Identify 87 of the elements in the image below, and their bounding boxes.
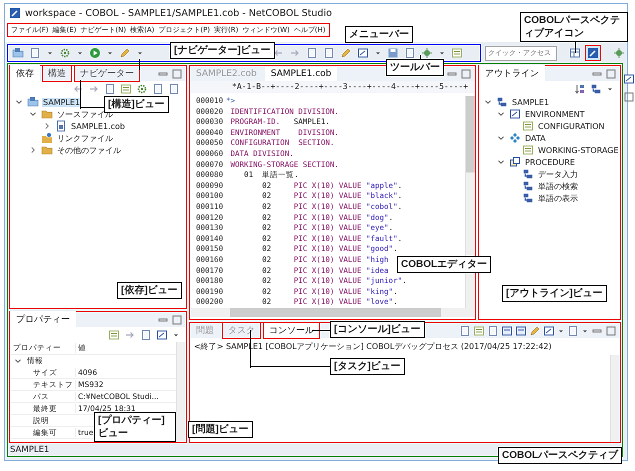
list-icon [522,144,534,156]
run-icon[interactable] [89,47,101,59]
window-icon[interactable] [357,47,369,59]
view-tab[interactable]: 依存 [10,65,40,82]
tree-item[interactable]: SAMPLE1.cob [70,122,126,130]
document-icon[interactable] [140,328,152,340]
sort-icon[interactable] [574,82,586,94]
callout-label: ツールバー [386,59,444,76]
callout-label: COBOLエディター [397,256,492,273]
cobol-perspective-button[interactable] [585,45,601,61]
leader-line [139,59,140,70]
window-icon[interactable] [156,328,168,340]
outline-item[interactable]: CONFIGURATION [537,122,606,130]
save-icon[interactable] [387,47,399,59]
hierarchy-icon [522,192,534,204]
document-icon[interactable] [404,47,416,59]
callout-label: COBOLパースペクティブ [498,447,622,464]
outline-item[interactable]: データ入力 [537,168,579,180]
project-folder-icon [27,96,39,108]
callout-label: [アウトライン]ビュー [502,285,607,302]
app-icon [9,7,21,19]
document-icon[interactable] [104,82,116,94]
document-icon[interactable] [168,82,180,94]
list-icon[interactable] [108,328,120,340]
file-icon [55,120,67,132]
view-tab[interactable]: アウトライン [479,65,545,82]
editor-tab[interactable]: SAMPLE1.cob [264,66,338,80]
hierarchy-icon [522,168,534,180]
document-icon[interactable] [323,47,335,59]
maximize-icon[interactable] [460,68,472,80]
callout-label: [タスク]ビュー [330,358,405,375]
callout-label: [構造]ビュー [104,96,169,113]
list-icon[interactable] [120,82,132,94]
list-icon [522,120,534,132]
scrollbar[interactable] [610,355,620,442]
tree-item[interactable]: リンクファイル [56,132,114,144]
maximize-icon[interactable] [171,68,183,80]
view-tab[interactable]: プロパティー [10,311,76,328]
maximize-icon[interactable] [604,324,617,336]
list-icon[interactable] [451,47,463,59]
horizontal-scrollbar[interactable] [190,308,475,317]
hierarchy-icon [496,96,508,108]
callout-label: [コンソール]ビュー [330,321,425,338]
callout-label: [問題]ビュー [188,421,253,438]
window-title: workspace - COBOL - SAMPLE1/SAMPLE1.cob - NetCOBOL Studio [25,8,332,18]
callout-label: COBOLパースペクティブアイコン [520,12,628,42]
maximize-icon[interactable] [171,314,183,326]
folder-icon[interactable] [12,47,24,59]
status-text: SAMPLE1 [10,445,50,455]
outline-item[interactable]: WORKING-STORAGE [537,146,620,154]
outline-item[interactable]: DATA [524,134,547,142]
callout-label: [依存]ビュー [117,282,182,299]
window-icon[interactable] [622,91,635,103]
view-tab[interactable]: 構造 [42,65,72,82]
stacked-windows-icon [509,156,521,168]
tree-item[interactable]: SAMPLE1 [42,98,82,106]
linked-folder-icon [41,132,53,144]
hierarchy-icon [522,180,534,192]
outline-item[interactable]: ENVIRONMENT [524,110,586,118]
gear-icon[interactable] [59,47,71,59]
document-icon[interactable] [306,47,318,59]
outline-item[interactable]: 単語の表示 [537,192,579,204]
outline-item[interactable]: PROCEDURE [524,158,576,166]
document-icon[interactable] [486,324,499,336]
open-perspective-icon[interactable] [569,47,581,59]
outline-item[interactable]: SAMPLE1 [511,98,550,106]
console-icon[interactable] [514,324,527,336]
outline-item[interactable]: 単語の検索 [537,180,579,192]
tree-item[interactable]: その他のファイル [56,144,122,156]
scrollbar[interactable] [176,342,186,442]
pencil-icon[interactable] [119,47,131,59]
console-icon[interactable] [500,324,513,336]
callout-label: [ナビゲーター]ビュー [170,42,275,59]
view-tab[interactable]: ナビゲーター [74,65,140,82]
list-icon[interactable] [472,324,485,336]
document-icon[interactable] [152,82,164,94]
pencil-icon[interactable] [340,47,352,59]
diamond-cluster-icon [509,132,521,144]
maximize-icon[interactable] [604,68,617,80]
window-icon [509,108,521,120]
callout-label: [プロパティー]ビュー [94,412,176,442]
document-icon[interactable] [458,324,471,336]
hierarchy-icon[interactable] [590,82,602,94]
document-icon[interactable] [29,47,41,59]
column-ruler: *A-1-B--+----2----+----3----+----4----+----5----+ [190,81,475,93]
callout-label: メニューバー [345,26,413,43]
gear-icon[interactable] [136,82,148,94]
